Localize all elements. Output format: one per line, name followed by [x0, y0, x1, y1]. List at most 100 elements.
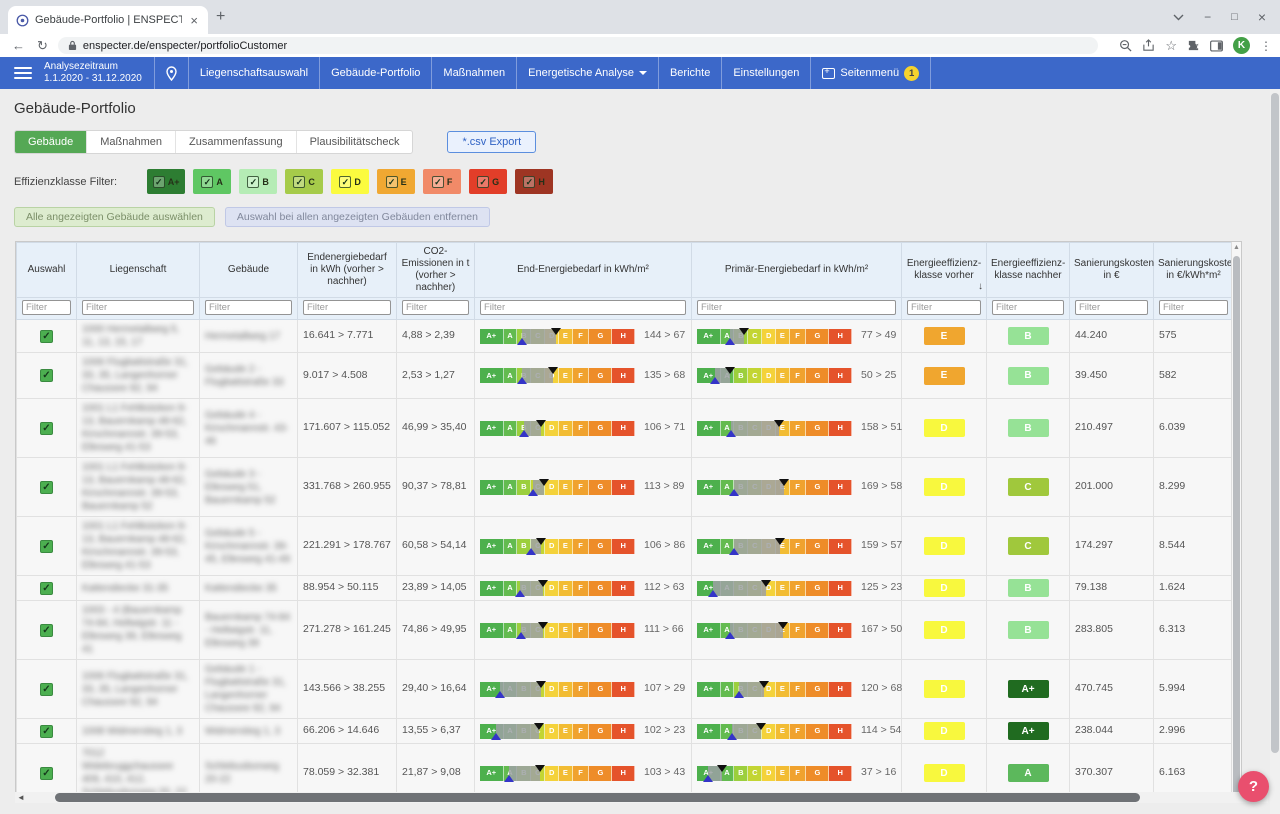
window-minimize-button[interactable]: − — [1204, 10, 1211, 24]
back-button[interactable]: ← — [12, 38, 25, 53]
filter-input-4[interactable] — [303, 300, 391, 315]
row-checkbox[interactable]: ✓ — [40, 540, 53, 553]
checkbox-checked-icon[interactable]: ✓ — [477, 176, 489, 188]
hamburger-menu-icon[interactable] — [14, 64, 32, 82]
table-vertical-scrollbar[interactable]: ▲ — [1231, 242, 1241, 799]
checkbox-checked-icon[interactable]: ✓ — [432, 176, 444, 188]
filter-input-8[interactable] — [907, 300, 981, 315]
checkbox-checked-icon[interactable]: ✓ — [339, 176, 351, 188]
row-checkbox[interactable]: ✓ — [40, 725, 53, 738]
column-header-2[interactable]: Liegenschaft — [77, 243, 200, 298]
tab-gebaeude[interactable]: Gebäude — [15, 131, 87, 153]
tab-close-icon[interactable]: × — [188, 14, 200, 27]
window-close-button[interactable]: × — [1258, 9, 1266, 25]
tab-massnahmen[interactable]: Maßnahmen — [87, 131, 176, 153]
checkbox-checked-icon[interactable]: ✓ — [153, 176, 165, 188]
nav-item-energetische-analyse[interactable]: Energetische Analyse — [516, 57, 658, 89]
column-header-label: Gebäude — [228, 264, 269, 275]
checkbox-checked-icon[interactable]: ✓ — [386, 176, 398, 188]
reload-button[interactable]: ↻ — [37, 38, 48, 54]
hscroll-thumb[interactable] — [55, 793, 1140, 802]
url-field[interactable]: enspecter.de/enspecter/portfolioCustomer — [58, 37, 1098, 54]
window-maximize-button[interactable]: □ — [1231, 11, 1238, 23]
table-vscroll-thumb[interactable] — [1233, 256, 1240, 797]
row-checkbox[interactable]: ✓ — [40, 481, 53, 494]
energy-scale-bar: A+ABCDEFGH — [480, 724, 635, 739]
row-checkbox[interactable]: ✓ — [40, 624, 53, 637]
scroll-up-icon[interactable]: ▲ — [1232, 242, 1241, 254]
efficiency-chip-D[interactable]: ✓D — [331, 169, 369, 194]
column-header-7[interactable]: Primär-Energiebedarf in kWh/m² — [692, 243, 902, 298]
filter-input-5[interactable] — [402, 300, 469, 315]
column-header-10[interactable]: Sanierungskosten in € — [1070, 243, 1154, 298]
profile-avatar[interactable]: K — [1233, 37, 1250, 54]
filter-input-2[interactable] — [82, 300, 194, 315]
browser-tab[interactable]: Gebäude-Portfolio | ENSPECTER × — [8, 6, 208, 34]
filter-input-6[interactable] — [480, 300, 686, 315]
nav-item-massnahmen[interactable]: Maßnahmen — [431, 57, 516, 89]
deselect-all-button[interactable]: Auswahl bei allen angezeigten Gebäuden e… — [225, 207, 490, 227]
filter-input-3[interactable] — [205, 300, 292, 315]
csv-export-button[interactable]: *.csv Export — [447, 131, 536, 153]
column-header-6[interactable]: End-Energiebedarf in kWh/m² — [475, 243, 692, 298]
efficiency-chip-H[interactable]: ✓H — [515, 169, 553, 194]
column-header-3[interactable]: Gebäude — [200, 243, 298, 298]
co2-cell: 60,58 > 54,14 — [397, 517, 475, 576]
checkbox-checked-icon[interactable]: ✓ — [293, 176, 305, 188]
efficiency-chip-E[interactable]: ✓E — [377, 169, 415, 194]
checkbox-checked-icon[interactable]: ✓ — [523, 176, 535, 188]
column-header-4[interactable]: Endenergiebedarf in kWh (vorher > nachhe… — [298, 243, 397, 298]
scale-gray-range — [734, 539, 780, 554]
tab-plausibilitaetscheck[interactable]: Plausibilitätscheck — [297, 131, 413, 153]
efficiency-chip-F[interactable]: ✓F — [423, 169, 461, 194]
row-checkbox[interactable]: ✓ — [40, 582, 53, 595]
efficiency-chip-A+[interactable]: ✓A+ — [147, 169, 185, 194]
side-panel-icon[interactable] — [1210, 40, 1223, 52]
column-header-1[interactable]: Auswahl — [17, 243, 77, 298]
filter-input-1[interactable] — [22, 300, 71, 315]
select-all-button[interactable]: Alle angezeigten Gebäude auswählen — [14, 207, 215, 227]
extensions-icon[interactable] — [1187, 39, 1200, 52]
checkbox-checked-icon[interactable]: ✓ — [201, 176, 213, 188]
horizontal-scrollbar[interactable]: ◄ — [15, 792, 1268, 803]
new-tab-button[interactable]: + — [216, 9, 225, 25]
nav-item-seitenmenu[interactable]: Seitenmenü 1 — [810, 57, 931, 89]
checkbox-checked-icon[interactable]: ✓ — [247, 176, 259, 188]
nav-item-einstellungen[interactable]: Einstellungen — [721, 57, 810, 89]
column-header-8[interactable]: Energieeffizienz-klasse vorher↓ — [902, 243, 987, 298]
row-checkbox[interactable]: ✓ — [40, 767, 53, 780]
column-header-5[interactable]: CO2-Emissionen in t (vorher > nachher) — [397, 243, 475, 298]
row-checkbox[interactable]: ✓ — [40, 683, 53, 696]
location-pin-icon[interactable] — [165, 66, 178, 81]
energy-scale: A+ABCDEFGH120 > 68 — [697, 682, 896, 697]
page-vscroll-thumb[interactable] — [1271, 93, 1279, 753]
filter-input-9[interactable] — [992, 300, 1064, 315]
filter-input-7[interactable] — [697, 300, 896, 315]
row-checkbox[interactable]: ✓ — [40, 369, 53, 382]
efficiency-chip-C[interactable]: ✓C — [285, 169, 323, 194]
marker-nachher-icon — [726, 430, 736, 437]
window-chevron-icon[interactable] — [1173, 14, 1184, 21]
nav-item-berichte[interactable]: Berichte — [658, 57, 721, 89]
browser-menu-icon[interactable]: ⋮ — [1260, 39, 1272, 53]
nav-item-liegenschaftsauswahl[interactable]: Liegenschaftsauswahl — [188, 57, 319, 89]
filter-input-11[interactable] — [1159, 300, 1228, 315]
efficiency-chip-B[interactable]: ✓B — [239, 169, 277, 194]
row-checkbox[interactable]: ✓ — [40, 330, 53, 343]
share-icon[interactable] — [1142, 39, 1155, 52]
column-header-11[interactable]: Sanierungskosten in €/kWh*m² — [1154, 243, 1234, 298]
marker-vorher-icon — [551, 328, 561, 335]
bookmark-star-icon[interactable]: ☆ — [1165, 38, 1177, 54]
page-vertical-scrollbar[interactable] — [1270, 89, 1280, 814]
efficiency-chip-G[interactable]: ✓G — [469, 169, 507, 194]
sort-desc-icon[interactable]: ↓ — [978, 281, 983, 293]
help-button[interactable]: ? — [1238, 771, 1269, 802]
filter-input-10[interactable] — [1075, 300, 1148, 315]
efficiency-chip-A[interactable]: ✓A — [193, 169, 231, 194]
tab-zusammenfassung[interactable]: Zusammenfassung — [176, 131, 297, 153]
nav-item-gebaeude-portfolio[interactable]: Gebäude-Portfolio — [319, 57, 431, 89]
row-checkbox[interactable]: ✓ — [40, 422, 53, 435]
zoom-icon[interactable] — [1119, 39, 1132, 52]
column-header-9[interactable]: Energieeffizienz-klasse nachher — [987, 243, 1070, 298]
scroll-left-icon[interactable]: ◄ — [15, 793, 27, 802]
